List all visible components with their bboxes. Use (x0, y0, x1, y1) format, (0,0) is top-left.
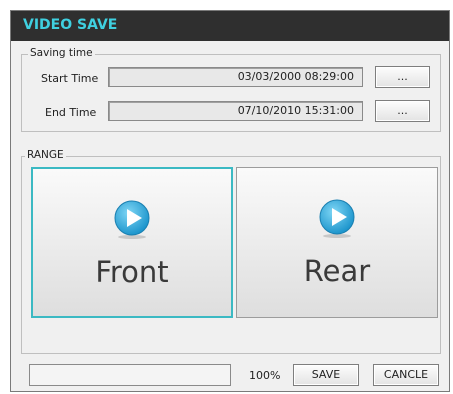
progress-percent: 100% (249, 369, 281, 382)
start-time-browse-button[interactable]: ... (375, 66, 430, 88)
play-circle-icon (114, 200, 150, 239)
video-save-dialog: VIDEO SAVE Saving time Start Time 03/03/… (10, 10, 450, 392)
progress-bar (29, 364, 231, 386)
range-legend: RANGE (25, 149, 66, 161)
end-time-field[interactable]: 07/10/2010 15:31:00 (108, 101, 363, 121)
start-time-field[interactable]: 03/03/2000 08:29:00 (108, 67, 363, 87)
window-title: VIDEO SAVE (23, 17, 118, 33)
front-camera-label: Front (95, 255, 169, 289)
start-time-label: Start Time (41, 72, 99, 85)
end-time-browse-button[interactable]: ... (375, 100, 430, 122)
end-time-label: End Time (45, 106, 97, 119)
rear-camera-button[interactable]: Rear (236, 167, 438, 318)
front-camera-button[interactable]: Front (31, 167, 233, 318)
play-circle-icon (319, 199, 355, 238)
cancel-button[interactable]: CANCLE (373, 364, 439, 386)
saving-time-legend: Saving time (28, 47, 95, 59)
rear-camera-label: Rear (303, 254, 371, 288)
title-bar: VIDEO SAVE (11, 11, 449, 41)
progress-fill (30, 365, 230, 385)
save-button[interactable]: SAVE (293, 364, 359, 386)
